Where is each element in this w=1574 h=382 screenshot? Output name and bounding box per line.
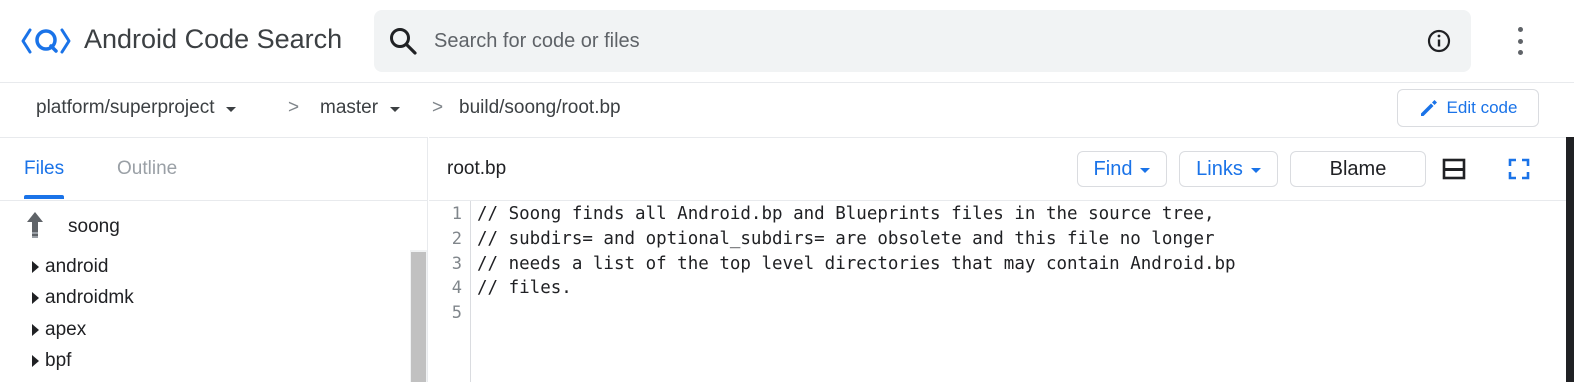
branch-selector[interactable]: master <box>320 97 401 119</box>
tree-item-android[interactable]: android <box>32 256 108 278</box>
file-path[interactable]: build/soong/root.bp <box>459 97 621 119</box>
code-line: // needs a list of the top level directo… <box>477 254 1236 274</box>
tree-item-bpf[interactable]: bpf <box>32 350 71 372</box>
code-line: // Soong finds all Android.bp and Bluepr… <box>477 204 1215 224</box>
code-line: // subdirs= and optional_subdirs= are ob… <box>477 229 1215 249</box>
active-tab-indicator <box>24 195 64 199</box>
arrow-up-icon <box>27 212 43 238</box>
parent-folder-label: soong <box>68 216 120 237</box>
file-name: root.bp <box>447 158 507 179</box>
line-number[interactable]: 3 <box>452 254 462 274</box>
divider <box>429 200 1574 201</box>
expand-arrow-icon <box>32 261 39 273</box>
project-label: platform/superproject <box>36 97 215 118</box>
breadcrumb-separator: > <box>432 97 444 118</box>
line-number[interactable]: 5 <box>452 303 462 323</box>
android-code-search-logo-icon <box>21 28 71 54</box>
app-title[interactable]: Android Code Search <box>84 24 342 55</box>
chevron-down-icon <box>226 106 237 112</box>
chevron-down-icon <box>1140 167 1151 173</box>
search-input[interactable] <box>434 24 1394 58</box>
info-icon[interactable] <box>1426 28 1452 54</box>
search-bar[interactable] <box>374 10 1471 72</box>
find-label: Find <box>1093 157 1133 180</box>
breadcrumb: platform/superproject > master > build/s… <box>0 82 1574 136</box>
line-number[interactable]: 1 <box>452 204 462 224</box>
tree-item-label: bpf <box>45 350 72 371</box>
tree-item-androidmk[interactable]: androidmk <box>32 287 134 309</box>
line-number[interactable]: 4 <box>452 278 462 298</box>
chevron-down-icon <box>390 106 401 112</box>
pencil-icon <box>1420 100 1437 116</box>
blame-label: Blame <box>1329 157 1387 180</box>
file-sidebar: Files Outline soong android androidmk ap… <box>0 137 428 382</box>
line-number-gutter: 1 2 3 4 5 <box>429 201 471 382</box>
tree-item-label: apex <box>45 319 87 340</box>
links-button[interactable]: Links <box>1179 151 1278 187</box>
chevron-down-icon <box>1250 167 1261 173</box>
breadcrumb-separator: > <box>288 97 300 118</box>
dot <box>1517 38 1523 44</box>
layout-toggle-icon[interactable] <box>1442 158 1466 180</box>
blame-button[interactable]: Blame <box>1290 151 1426 187</box>
search-icon[interactable] <box>388 26 418 56</box>
edit-code-button[interactable]: Edit code <box>1397 89 1539 127</box>
expand-arrow-icon <box>32 324 39 336</box>
code-panel: root.bp Find Links Blame 1 2 3 4 5 // So… <box>429 137 1574 382</box>
find-button[interactable]: Find <box>1077 151 1167 187</box>
tree-item-label: android <box>45 256 109 277</box>
line-number[interactable]: 2 <box>452 229 462 249</box>
expand-arrow-icon <box>32 355 39 367</box>
divider <box>0 200 428 201</box>
dot <box>1517 27 1523 32</box>
scrollbar-thumb[interactable] <box>411 252 426 382</box>
tree-item-apex[interactable]: apex <box>32 319 86 341</box>
logo[interactable] <box>20 22 72 60</box>
project-selector[interactable]: platform/superproject <box>36 97 237 119</box>
parent-folder-row[interactable]: soong <box>0 204 428 248</box>
tree-item-label: androidmk <box>45 287 134 308</box>
dot <box>1517 50 1523 55</box>
expand-arrow-icon <box>32 292 39 304</box>
branch-label: master <box>320 97 379 118</box>
window-edge <box>1566 137 1574 382</box>
links-label: Links <box>1196 157 1243 180</box>
edit-code-label: Edit code <box>1446 98 1518 117</box>
more-vert-icon[interactable] <box>1506 24 1534 58</box>
tab-files[interactable]: Files <box>24 158 64 180</box>
tab-outline[interactable]: Outline <box>117 158 177 180</box>
top-app-bar: Android Code Search <box>0 0 1574 82</box>
code-line: // files. <box>477 278 572 298</box>
fullscreen-icon[interactable] <box>1508 158 1530 180</box>
